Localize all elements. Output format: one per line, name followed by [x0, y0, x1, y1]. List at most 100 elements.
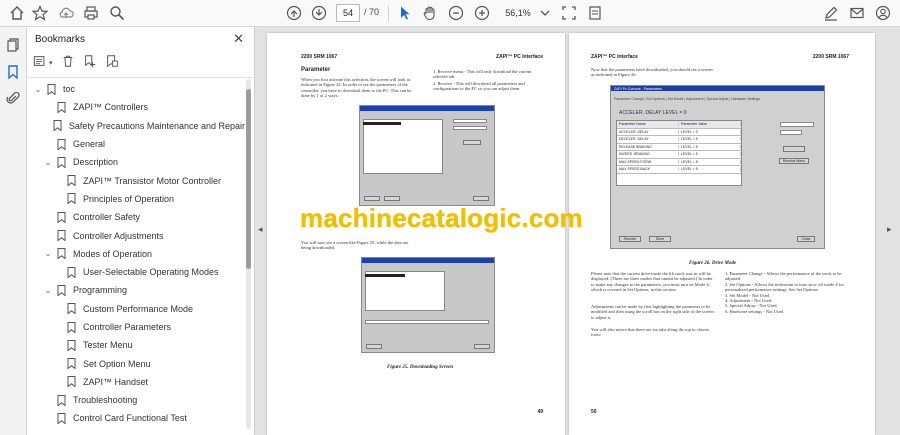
account-icon[interactable]: [874, 4, 892, 22]
bookmark-item[interactable]: Control Card Functional Test: [27, 409, 245, 427]
table-cell: MAX SPEED FORW.: [617, 159, 679, 164]
divider: [27, 77, 255, 78]
new-bookmark-icon[interactable]: [83, 54, 97, 73]
window-title: ZAPI Pc Console - Parameters: [614, 86, 662, 91]
tag-bookmark-icon[interactable]: [105, 54, 119, 73]
bookmark-item[interactable]: Principles of Operation: [27, 190, 245, 208]
hand-tool-icon[interactable]: [421, 4, 439, 22]
bookmark-icon[interactable]: [4, 63, 22, 81]
bookmark-item[interactable]: ZAPI™ Transistor Motor Controller: [27, 171, 245, 189]
bookmark-icon: [67, 376, 76, 388]
status-field: [365, 320, 489, 324]
zoom-out-icon[interactable]: [447, 4, 465, 22]
bookmark-label: ZAPI™ Controllers: [73, 102, 149, 113]
next-page-arrow[interactable]: ▸: [887, 224, 892, 235]
table-header: Parameter Name Parameter Value: [617, 121, 741, 129]
table-cell: LEVEL = 5: [679, 159, 741, 164]
bookmark-label: toc: [63, 84, 76, 95]
list-item: 6. Hardware settings - Not Used.: [725, 308, 785, 314]
fit-page-icon[interactable]: [560, 4, 578, 22]
table-row: DECELER. DELAY LEVEL = 5: [617, 136, 741, 144]
close-icon[interactable]: ✕: [233, 31, 244, 47]
scroll-mode-icon[interactable]: [586, 4, 604, 22]
list-item: 2. Set Options - Allows the technician t…: [725, 281, 845, 293]
page-number-input[interactable]: 54: [336, 4, 360, 22]
bookmark-icon: [57, 394, 66, 407]
scrollbar[interactable]: [246, 79, 251, 429]
chevron-down-icon[interactable]: ⌄: [43, 286, 53, 295]
chevron-down-icon[interactable]: ⌄: [33, 85, 43, 94]
bookmark-item[interactable]: ⌄ Description: [27, 153, 245, 171]
bookmark-item[interactable]: Controller Safety: [27, 208, 245, 226]
table-row: MAX SPEED FORW. LEVEL = 5: [617, 159, 741, 166]
pages-thumbnail-icon[interactable]: [4, 36, 22, 54]
paragraph: Please note that the current drive mode …: [591, 271, 713, 293]
page-down-icon[interactable]: [310, 4, 328, 22]
table-cell: INVERS. BRAKING: [617, 152, 679, 157]
zoom-in-icon[interactable]: [473, 4, 491, 22]
bookmark-item[interactable]: ⌄ Modes of Operation: [27, 245, 245, 263]
bookmark-label: Programming: [73, 285, 128, 296]
selected-row: [365, 274, 405, 277]
sign-pen-icon[interactable]: [822, 4, 840, 22]
figure-screenshot: ZAPI Pc Console - Parameters Parameter C…: [610, 85, 825, 249]
scroll-thumb[interactable]: [246, 89, 251, 269]
print-icon[interactable]: [82, 4, 100, 22]
bookmark-tree: ⌄ toc ZAPI™ Controllers Safety Precautions …: [27, 80, 245, 428]
section-heading: Parameter: [301, 67, 331, 73]
attachment-icon[interactable]: [4, 89, 22, 107]
figure-screenshot: [361, 257, 495, 353]
page-number: 49: [537, 409, 543, 415]
bookmark-icon: [57, 284, 66, 297]
home-icon[interactable]: [8, 4, 26, 22]
chevron-down-icon[interactable]: ⌄: [43, 249, 53, 258]
close-button: Close: [797, 236, 815, 242]
side-rail: [0, 27, 27, 435]
bookmark-item[interactable]: Custom Performance Mode: [27, 300, 245, 318]
search-icon[interactable]: [108, 4, 126, 22]
bookmark-star-icon[interactable]: [31, 4, 49, 22]
table-row: INVERS. BRAKING LEVEL = 5: [617, 151, 741, 159]
bookmark-item[interactable]: User-Selectable Operating Modes: [27, 263, 245, 281]
page-up-icon[interactable]: [285, 4, 303, 22]
bookmark-tools: ▾: [33, 53, 119, 73]
chevron-down-icon[interactable]: ⌄: [43, 158, 53, 167]
zoom-level[interactable]: 56,1%: [500, 4, 536, 22]
paragraph: Adjustments can be made by first highlig…: [591, 304, 714, 320]
chevron-down-icon[interactable]: ▾: [49, 59, 53, 67]
receive-menu-button: Receive Menu: [779, 158, 809, 164]
table-cell: LEVEL = 5: [679, 152, 741, 157]
delete-icon[interactable]: [61, 54, 75, 73]
bookmark-label: Troubleshooting: [73, 395, 138, 406]
bookmark-icon: [67, 303, 76, 315]
bookmark-label: Set Option Menu: [83, 358, 151, 369]
bookmark-item[interactable]: ZAPI™ Handset: [27, 373, 245, 391]
bookmark-item[interactable]: Tester Menu: [27, 336, 245, 354]
paragraph: When you first activate this selection, …: [301, 77, 412, 99]
bookmark-label: Description: [73, 157, 119, 168]
bookmark-item[interactable]: Set Option Menu: [27, 354, 245, 372]
table-cell: LEVEL = 0: [679, 129, 741, 134]
bookmark-item[interactable]: ZAPI™ Controllers: [27, 98, 245, 116]
bookmark-item[interactable]: Troubleshooting: [27, 391, 245, 409]
bookmark-item[interactable]: ⌄ Programming: [27, 281, 245, 299]
bookmark-item[interactable]: Safety Precautions Maintenance and Repai…: [27, 117, 245, 135]
bookmark-label: Controller Adjustments: [73, 230, 164, 241]
chevron-down-icon[interactable]: [536, 4, 554, 22]
dropdown: [453, 126, 487, 130]
mail-icon[interactable]: [848, 4, 866, 22]
prev-page-arrow[interactable]: ◂: [258, 224, 263, 235]
options-menu-icon[interactable]: [33, 54, 47, 73]
dropdown: [780, 130, 802, 135]
bookmark-label: Controller Parameters: [83, 322, 172, 332]
table-row: MAX SPEED BACK LEVEL = 5: [617, 166, 741, 174]
bookmark-item[interactable]: Controller Adjustments: [27, 226, 245, 244]
select-cursor-icon[interactable]: [396, 4, 414, 22]
tab-strip: Parameter Change | Set Options | Set Mod…: [614, 97, 760, 101]
table-cell: Parameter Value: [679, 122, 741, 127]
bookmark-item[interactable]: General: [27, 135, 245, 153]
bookmark-item[interactable]: ⌄ toc: [27, 80, 245, 98]
figure-screenshot: [359, 105, 495, 206]
cloud-upload-icon[interactable]: [57, 4, 75, 22]
bookmark-item[interactable]: Controller Parameters: [27, 318, 245, 336]
